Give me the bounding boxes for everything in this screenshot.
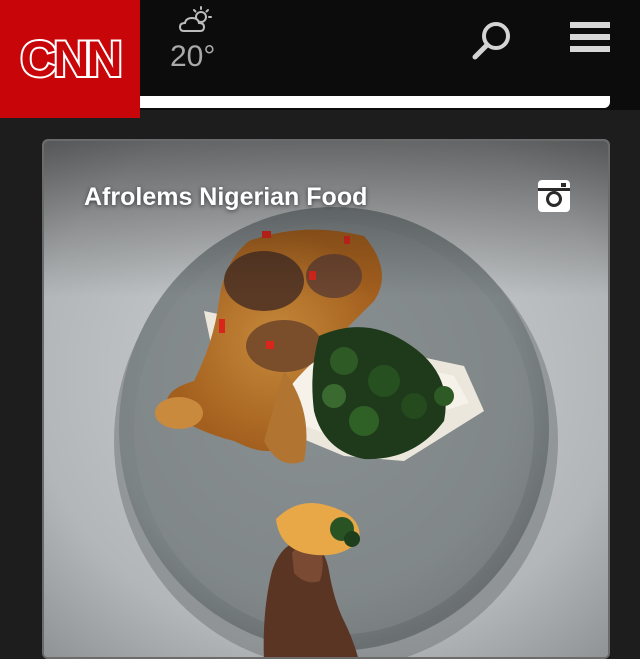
partly-cloudy-icon bbox=[178, 6, 212, 32]
search-button[interactable] bbox=[466, 16, 518, 64]
hamburger-menu-icon bbox=[570, 22, 610, 28]
top-navigation-bar: CNN 20° bbox=[0, 0, 640, 118]
food-photo bbox=[44, 141, 608, 657]
weather-widget[interactable]: 20° bbox=[166, 4, 236, 74]
menu-bar-line bbox=[570, 46, 610, 52]
temperature-readout: 20° bbox=[170, 40, 216, 73]
logo-text: CNN bbox=[18, 31, 124, 87]
menu-bar-line bbox=[570, 34, 610, 40]
search-icon bbox=[472, 22, 510, 60]
previous-card-edge bbox=[134, 96, 610, 108]
instagram-link[interactable] bbox=[537, 179, 571, 213]
menu-button[interactable] bbox=[566, 18, 612, 60]
instagram-icon bbox=[538, 180, 570, 212]
card-title: Afrolems Nigerian Food bbox=[84, 183, 368, 211]
cnn-logo[interactable]: CNN bbox=[0, 0, 140, 118]
instagram-photo-card[interactable]: Afrolems Nigerian Food bbox=[42, 139, 610, 659]
